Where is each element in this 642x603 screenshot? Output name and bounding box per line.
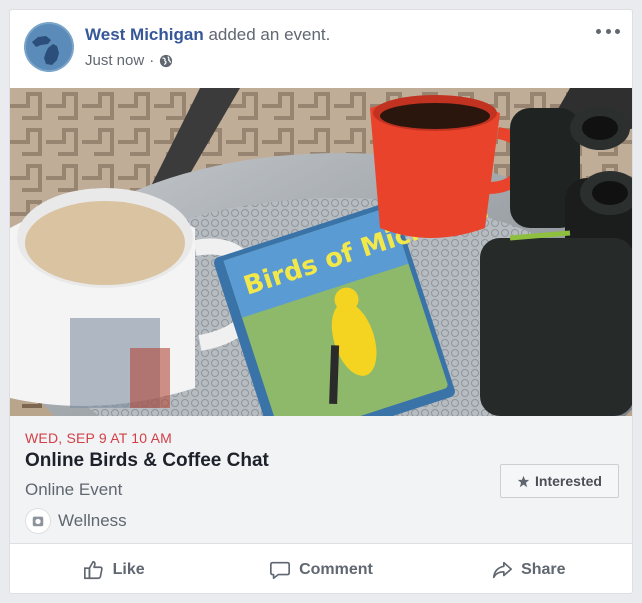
page-name-link[interactable]: West Michigan xyxy=(85,25,204,44)
comment-button[interactable]: Comment xyxy=(217,559,424,581)
avatar[interactable] xyxy=(24,22,74,72)
cover-image: Birds of Michigan xyxy=(10,88,632,416)
like-label: Like xyxy=(112,560,145,578)
event-category: Wellness xyxy=(25,508,127,534)
event-cover-photo[interactable]: Birds of Michigan xyxy=(10,88,632,416)
post-header: West Michigan added an event. Just now · xyxy=(10,10,632,88)
globe-icon[interactable] xyxy=(159,54,173,68)
event-date: WED, SEP 9 AT 10 AM xyxy=(25,430,172,446)
share-label: Share xyxy=(521,560,566,578)
michigan-map-icon xyxy=(24,22,74,72)
event-category-label: Wellness xyxy=(58,511,127,530)
post-meta: Just now · xyxy=(85,52,173,69)
comment-label: Comment xyxy=(299,560,373,578)
comment-icon xyxy=(270,561,291,579)
wellness-icon xyxy=(25,508,51,534)
thumbs-up-icon xyxy=(83,560,103,579)
event-type: Online Event xyxy=(25,480,123,499)
interested-button[interactable]: Interested xyxy=(500,464,619,498)
more-options-icon[interactable] xyxy=(596,24,620,38)
share-icon xyxy=(493,561,513,578)
star-icon xyxy=(517,475,530,487)
post-actions-bar: Like Comment Share xyxy=(10,544,632,593)
share-button[interactable]: Share xyxy=(425,559,632,581)
event-details[interactable]: WED, SEP 9 AT 10 AM Online Birds & Coffe… xyxy=(10,416,632,544)
post-timestamp[interactable]: Just now xyxy=(85,52,144,69)
post-action-text: added an event. xyxy=(208,25,331,44)
meta-separator: · xyxy=(149,52,155,69)
post-title: West Michigan added an event. xyxy=(85,25,330,45)
interested-label: Interested xyxy=(535,473,602,489)
like-button[interactable]: Like xyxy=(10,559,217,581)
event-title[interactable]: Online Birds & Coffee Chat xyxy=(25,450,269,472)
post-card: West Michigan added an event. Just now · xyxy=(9,9,633,594)
